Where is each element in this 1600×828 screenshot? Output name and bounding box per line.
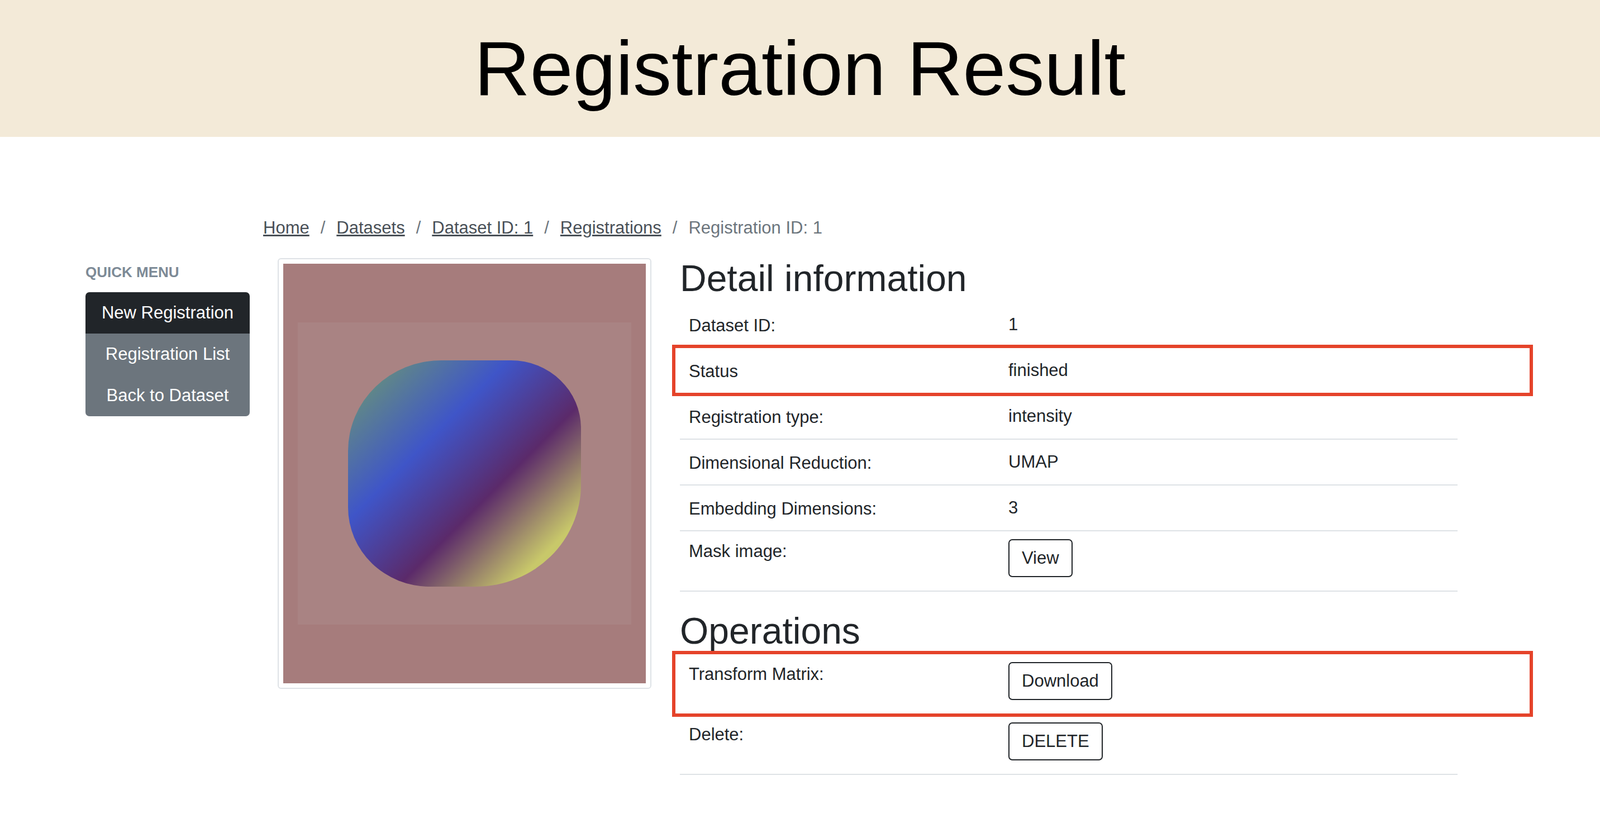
quick-menu-list: New RegistrationRegistration ListBack to… <box>85 292 250 417</box>
row-label: Registration type: <box>688 405 1009 428</box>
row-value: 1 <box>1008 314 1449 335</box>
breadcrumb-item[interactable]: Registrations <box>560 217 662 238</box>
breadcrumb-item[interactable]: Dataset ID: 1 <box>431 217 533 238</box>
row-value: UMAP <box>1008 451 1449 473</box>
detail-row: Embedding Dimensions:3 <box>679 485 1458 532</box>
row-label: Dataset ID: <box>688 313 1009 336</box>
operation-row: Transform Matrix:Download <box>679 654 1458 715</box>
result-image <box>283 263 646 684</box>
breadcrumb-separator: / <box>416 217 422 238</box>
row-value: View <box>1008 539 1449 578</box>
row-button[interactable]: DELETE <box>1008 722 1103 761</box>
row-label: Status <box>688 359 1009 382</box>
row-label: Embedding Dimensions: <box>688 496 1009 519</box>
quick-menu-item[interactable]: Back to Dataset <box>85 374 250 417</box>
row-label: Delete: <box>688 722 1009 745</box>
row-button[interactable]: Download <box>1008 662 1113 700</box>
breadcrumb: Home / Datasets / Dataset ID: 1 / Registration… <box>0 217 1600 238</box>
operation-row: Delete:DELETE <box>679 714 1458 775</box>
breadcrumb-separator: / <box>320 217 326 238</box>
detail-row: Statusfinished <box>679 348 1458 394</box>
row-label: Dimensional Reduction: <box>688 450 1009 474</box>
breadcrumb-separator: / <box>544 217 550 238</box>
quick-menu-item[interactable]: Registration List <box>85 333 250 375</box>
row-label: Mask image: <box>688 539 1009 562</box>
row-value: 3 <box>1008 497 1449 518</box>
quick-menu: QUICK MENU New RegistrationRegistration L… <box>85 258 250 417</box>
row-value: DELETE <box>1008 722 1449 761</box>
row-label: Transform Matrix: <box>688 662 1009 685</box>
page-header: Registration Result <box>0 0 1600 137</box>
row-value: intensity <box>1008 406 1449 427</box>
page-title: Registration Result <box>474 26 1126 112</box>
tissue-shape <box>348 360 582 588</box>
quick-menu-item[interactable]: New Registration <box>85 292 250 334</box>
operations-heading: Operations <box>679 610 1458 652</box>
breadcrumb-item[interactable]: Datasets <box>336 217 405 238</box>
row-button[interactable]: View <box>1008 539 1073 578</box>
breadcrumb-item: Registration ID: 1 <box>688 217 823 238</box>
row-value: finished <box>1008 360 1449 381</box>
breadcrumb-item[interactable]: Home <box>263 217 310 238</box>
detail-heading: Detail information <box>679 258 1458 299</box>
detail-panel: Detail informationDataset ID:1Statusfini… <box>679 258 1458 775</box>
detail-row: Dataset ID:1 <box>679 302 1458 349</box>
highlight-box <box>672 344 1533 397</box>
detail-row: Mask image:View <box>679 531 1458 592</box>
quick-menu-title: QUICK MENU <box>85 263 250 282</box>
detail-row: Dimensional Reduction:UMAP <box>679 439 1458 486</box>
detail-row: Registration type:intensity <box>679 393 1458 440</box>
highlight-box <box>672 650 1533 717</box>
result-image-frame <box>277 258 652 689</box>
main-area: QUICK MENU New RegistrationRegistration L… <box>0 258 1600 775</box>
row-value: Download <box>1008 662 1449 700</box>
breadcrumb-separator: / <box>672 217 678 238</box>
image-overlay <box>297 322 632 625</box>
